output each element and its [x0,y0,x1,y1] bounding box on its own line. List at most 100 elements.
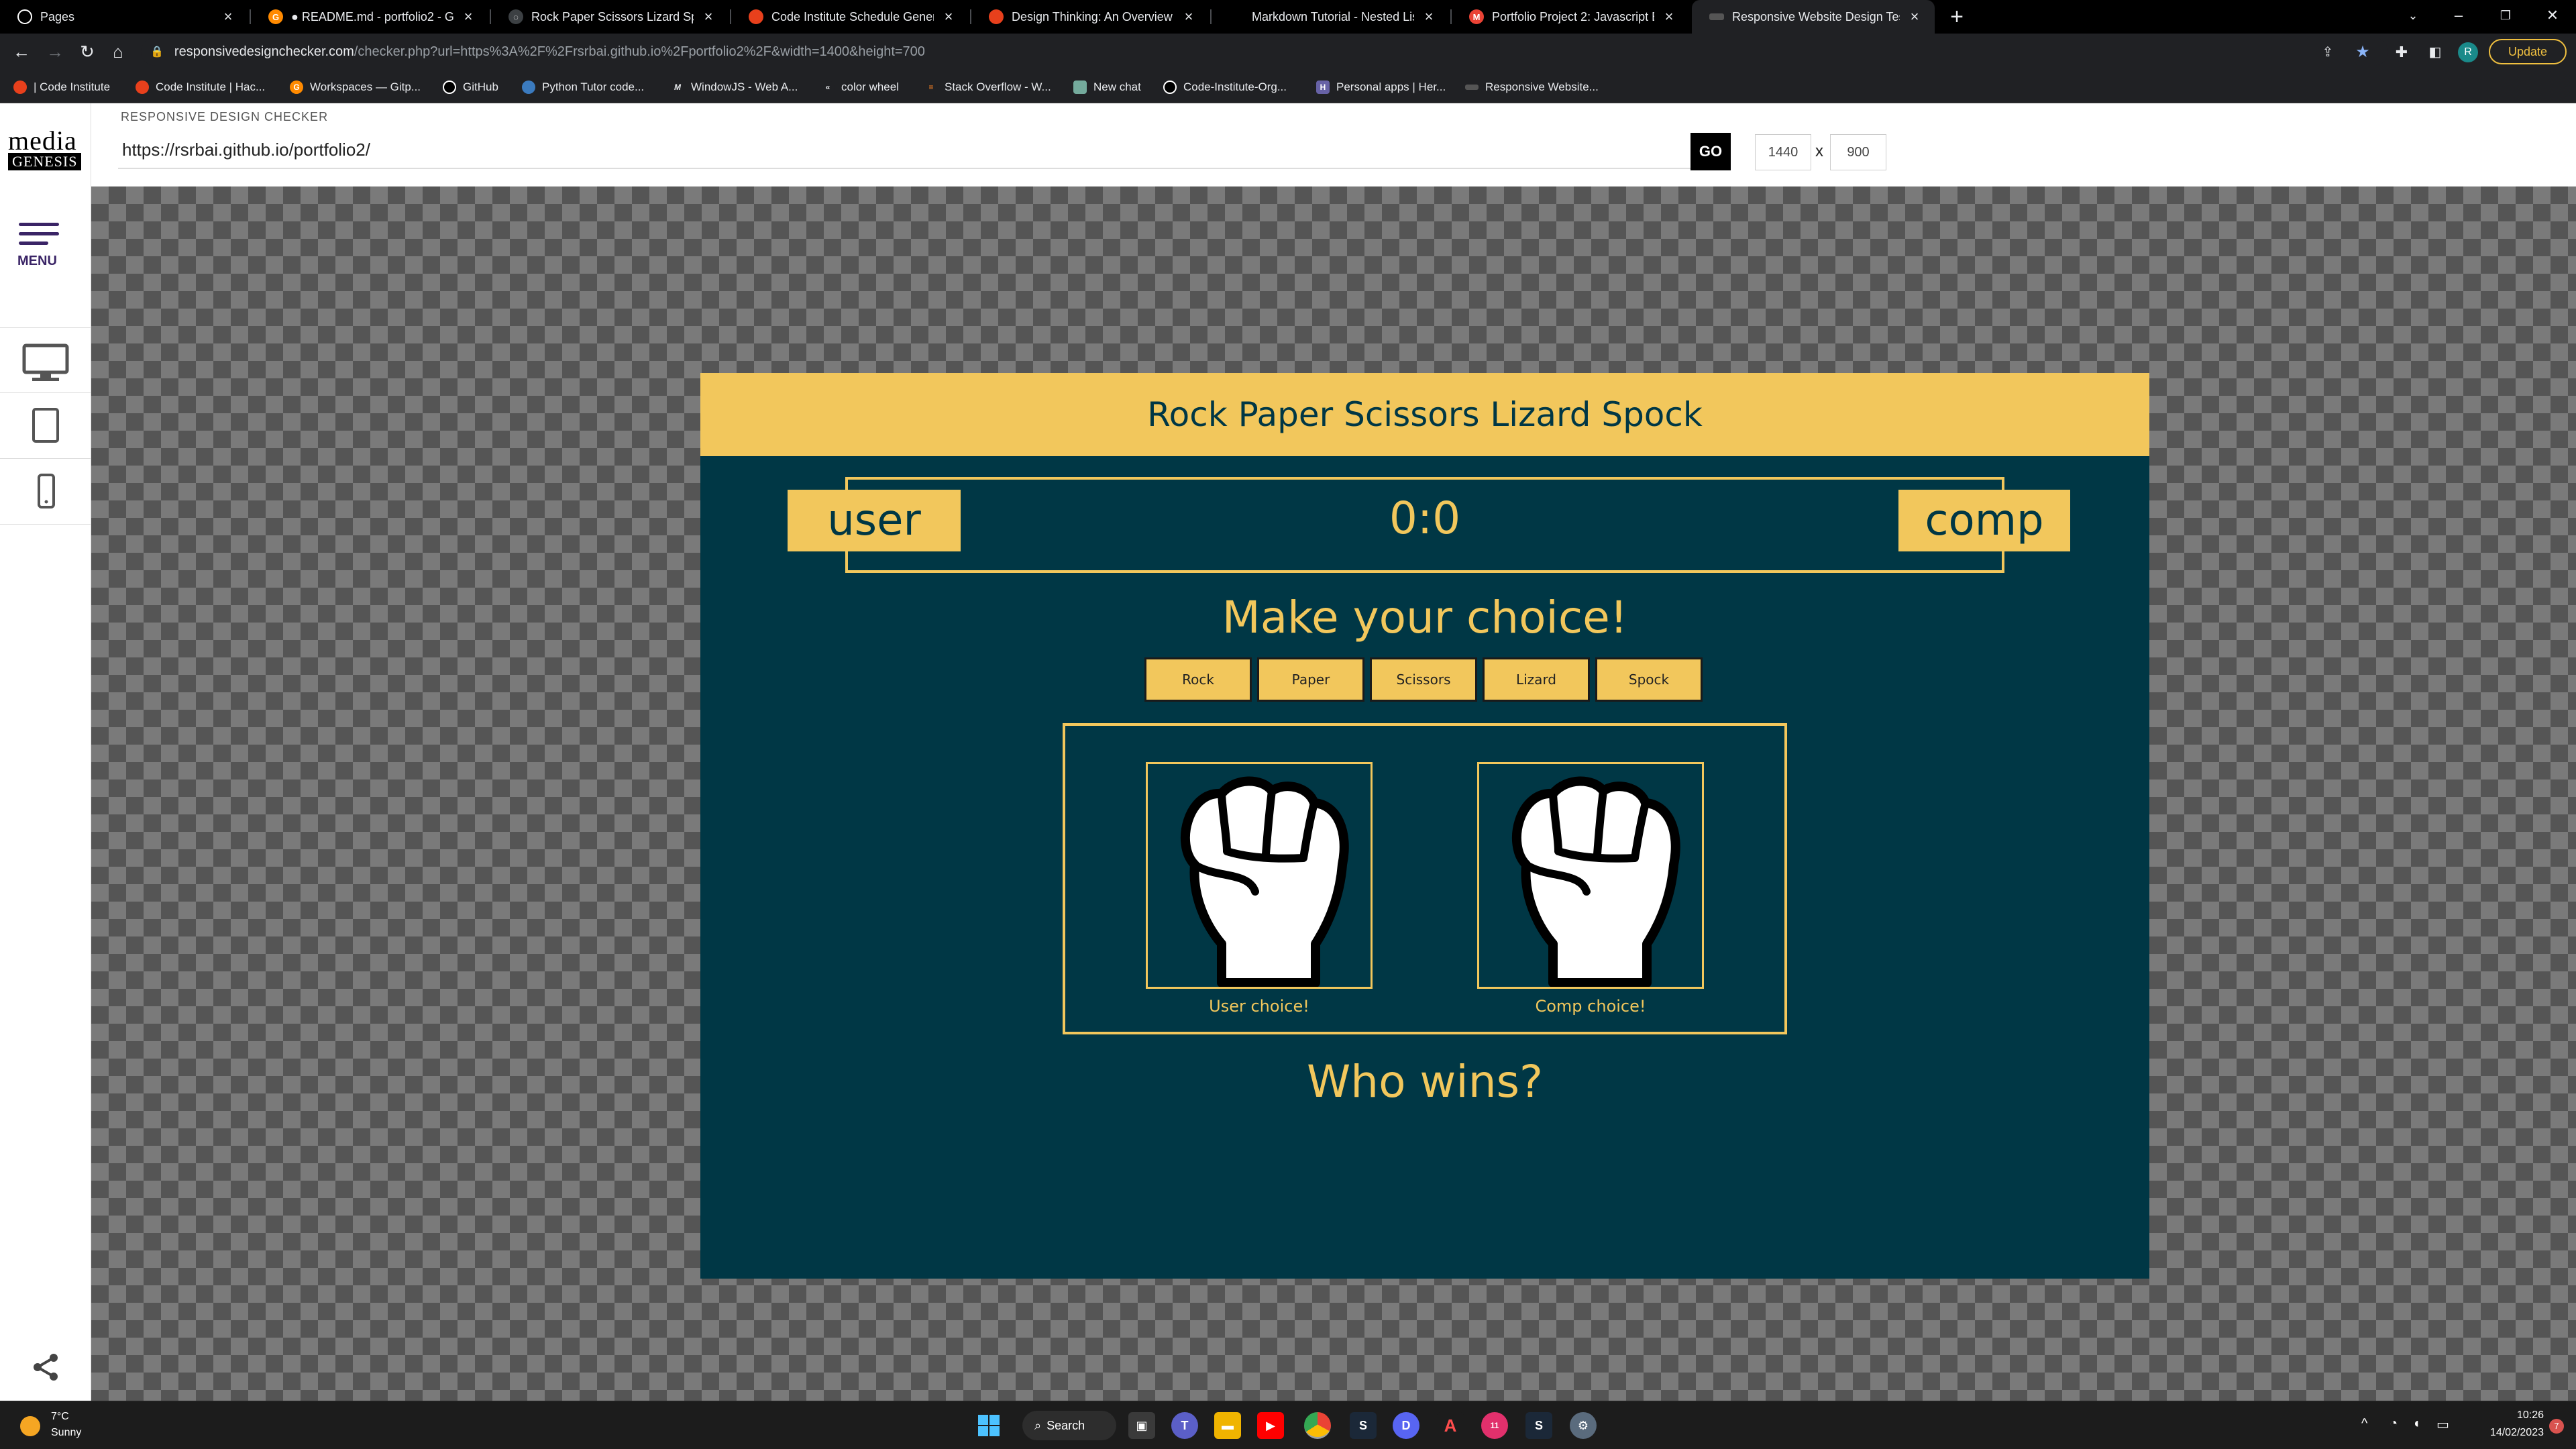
battery-icon[interactable]: ▭ [2436,1416,2449,1433]
tab-design-thinking[interactable]: Design Thinking: An Overview | I × [971,0,1209,34]
close-icon[interactable]: × [700,8,716,25]
bookmark-star-icon[interactable]: ★ [2353,43,2372,62]
tray-chevron-icon[interactable]: ^ [2361,1416,2367,1432]
bookmark-workspaces[interactable]: G Workspaces — Gitp... [290,79,421,95]
home-icon[interactable]: ⌂ [105,38,131,65]
update-button[interactable]: Update [2489,39,2567,64]
file-explorer-icon[interactable]: ▬ [1214,1412,1241,1439]
height-input[interactable]: 900 [1830,134,1886,170]
close-icon[interactable]: × [460,8,476,25]
responsive-icon [1709,13,1724,20]
reload-icon[interactable]: ↻ [74,38,101,65]
close-icon[interactable]: × [1421,8,1437,25]
wifi-icon[interactable]: ◔ [2390,1416,2398,1432]
extensions-icon[interactable]: ✚ [2392,43,2411,62]
bookmark-label: WindowJS - Web A... [691,80,798,93]
volume-icon[interactable]: ◖ [2412,1416,2420,1432]
side-panel-icon[interactable]: ◧ [2426,43,2445,62]
paper-button[interactable]: Paper [1257,657,1364,702]
bookmark-color-wheel[interactable]: « color wheel [821,79,899,95]
gmail-icon: M [1469,9,1484,24]
preview-viewport: Rock Paper Scissors Lizard Spock user 0:… [91,186,2576,1401]
discord-icon[interactable]: D [1393,1412,1419,1439]
bookmark-new-chat[interactable]: New chat [1073,79,1141,95]
rock-fist-icon [1512,776,1680,987]
close-icon[interactable]: × [220,8,236,25]
forward-icon[interactable]: → [42,38,68,65]
tab-markdown[interactable]: Markdown Tutorial - Nested Lists × [1212,0,1449,34]
restore-icon[interactable]: ❐ [2482,0,2529,34]
tab-label: Design Thinking: An Overview | I [1012,9,1174,23]
tab-rpsls[interactable]: ◌ Rock Paper Scissors Lizard Spock × [491,0,729,34]
weather-temperature[interactable]: 7°C [51,1411,69,1423]
width-input[interactable]: 1440 [1755,134,1811,170]
bookmark-label: Workspaces — Gitp... [310,80,421,93]
tab-pages[interactable]: Pages × [0,0,248,34]
spock-button[interactable]: Spock [1595,657,1703,702]
bookmark-stack-overflow[interactable]: ≡ Stack Overflow - W... [924,79,1051,95]
back-icon[interactable]: ← [8,38,35,65]
settings-icon[interactable]: ⚙ [1570,1412,1597,1439]
tab-readme[interactable]: G ● README.md - portfolio2 - Gitp × [251,0,488,34]
rock-button[interactable]: Rock [1144,657,1252,702]
bookmark-responsive-website[interactable]: Responsive Website... [1465,79,1599,95]
close-icon[interactable]: × [1907,8,1923,25]
code-institute-icon [989,9,1004,24]
minimize-icon[interactable]: – [2435,0,2482,34]
mobile-icon [38,474,55,508]
scissors-button[interactable]: Scissors [1370,657,1477,702]
task-view-icon[interactable]: ▣ [1128,1412,1155,1439]
go-button[interactable]: GO [1690,133,1731,170]
weather-condition[interactable]: Sunny [51,1427,81,1439]
tab-search-icon[interactable]: ⌄ [2390,0,2436,34]
clock-time[interactable]: 10:26 [2490,1409,2544,1421]
clock-date[interactable]: 14/02/2023 [2469,1427,2544,1439]
bookmark-windowjs[interactable]: M WindowJS - Web A... [671,79,798,95]
window-close-icon[interactable]: ✕ [2529,0,2576,34]
close-icon[interactable]: × [1661,8,1677,25]
bookmark-code-institute[interactable]: | Code Institute [13,79,110,95]
taskbar-search[interactable]: ⌕ Search [1022,1411,1116,1440]
python-icon [522,80,535,94]
chrome-icon[interactable] [1304,1412,1331,1439]
close-icon[interactable]: × [941,8,957,25]
share-icon[interactable] [30,1351,62,1383]
new-tab-button[interactable]: + [1943,3,1971,31]
windows-start-icon[interactable] [975,1412,1002,1439]
teams-icon[interactable]: T [1171,1412,1198,1439]
menu-button[interactable]: MENU [15,219,63,272]
url-input[interactable] [118,131,1690,169]
code-institute-icon [136,80,149,94]
profile-avatar[interactable]: R [2458,42,2478,62]
bookmark-label: | Code Institute [34,80,111,93]
bookmark-label: Personal apps | Her... [1336,80,1446,93]
bookmark-personal-apps[interactable]: H Personal apps | Her... [1316,79,1446,95]
tab-schedule[interactable]: Code Institute Schedule Generat × [731,0,969,34]
tablet-view-button[interactable] [0,393,91,459]
youtube-icon[interactable]: ▶ [1257,1412,1284,1439]
tab-label: Responsive Website Design Teste [1732,9,1900,23]
address-bar[interactable]: 🔒 responsivedesignchecker.com/checker.ph… [141,38,2388,66]
notification-badge[interactable]: 7 [2549,1419,2564,1434]
steam-icon[interactable]: S [1525,1412,1552,1439]
bookmark-github[interactable]: GitHub [443,79,498,95]
adobe-icon[interactable]: A [1437,1412,1464,1439]
tab-portfolio[interactable]: M Portfolio Project 2: Javascript Es × [1452,0,1689,34]
mobile-view-button[interactable] [0,459,91,525]
media-genesis-logo[interactable]: media GENESIS [8,127,82,170]
hamburger-icon [19,223,59,226]
sun-icon[interactable] [20,1416,40,1436]
desktop-view-button[interactable] [0,327,91,393]
steam-icon[interactable]: S [1350,1412,1377,1439]
close-icon[interactable]: × [1181,8,1197,25]
messaging-app-icon[interactable]: 11 [1481,1412,1508,1439]
bookmark-label: Code-Institute-Org... [1183,80,1287,93]
share-page-icon[interactable]: ⇪ [2318,43,2337,62]
tab-responsive-checker[interactable]: Responsive Website Design Teste × [1692,0,1935,34]
bookmark-python-tutor[interactable]: Python Tutor code... [522,79,644,95]
lizard-button[interactable]: Lizard [1483,657,1590,702]
search-label: Search [1046,1418,1085,1432]
code-institute-icon [13,80,27,94]
bookmark-code-institute-hac[interactable]: Code Institute | Hac... [136,79,265,95]
bookmark-code-institute-org[interactable]: Code-Institute-Org... [1163,79,1287,95]
